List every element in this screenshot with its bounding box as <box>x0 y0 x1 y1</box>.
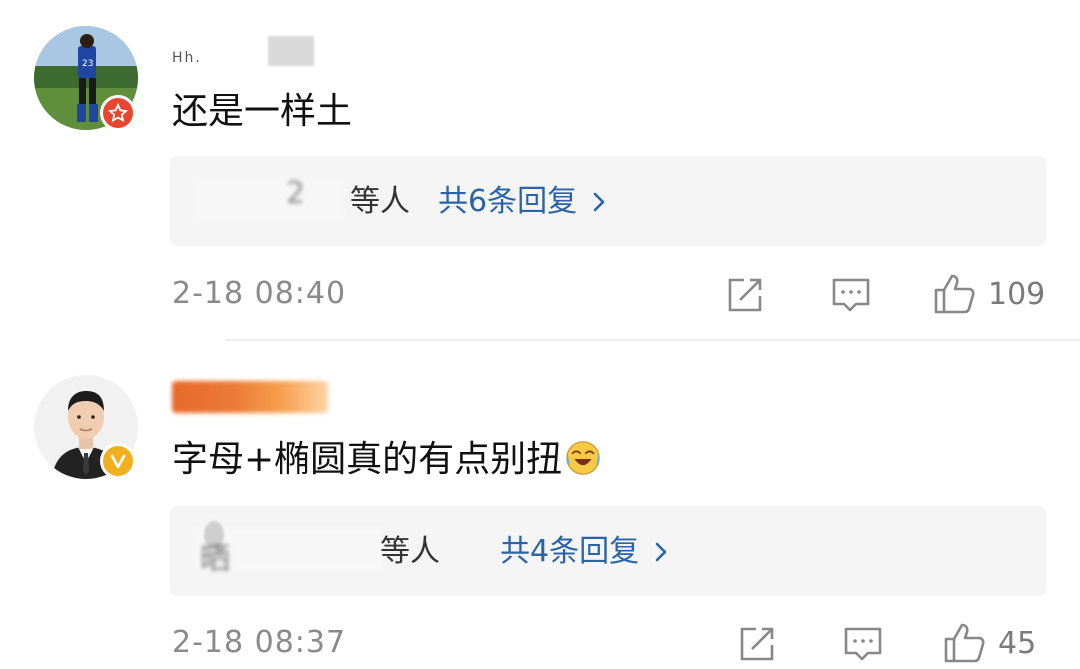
reply-names: 等人 <box>380 534 440 569</box>
repost-icon <box>728 278 762 312</box>
reply-count-label: 共4条回复 <box>500 534 640 569</box>
chevron-right-icon <box>593 192 605 212</box>
verified-v-badge-icon <box>100 443 136 479</box>
redacted-username <box>268 36 314 66</box>
comment-text-content: 字母+椭圆真的有点别扭 <box>172 439 563 480</box>
redacted-reply-names: 2 <box>286 176 306 211</box>
view-replies-link[interactable]: 共4条回复 <box>500 532 671 572</box>
redacted-username[interactable] <box>172 381 328 413</box>
repost-button[interactable] <box>724 274 766 316</box>
comment-icon <box>844 627 882 661</box>
laughing-crying-emoji <box>566 441 600 475</box>
like-button[interactable]: 45 <box>942 621 1036 665</box>
like-count: 109 <box>988 276 1046 312</box>
comment-text: 还是一样土 <box>172 91 353 132</box>
redacted-reply-names <box>194 178 344 222</box>
repost-button[interactable] <box>736 623 778 665</box>
timestamp: 2-18 08:37 <box>172 625 347 660</box>
comment-button[interactable] <box>842 623 884 665</box>
thumbs-up-icon <box>944 623 985 663</box>
chevron-right-icon <box>655 542 667 562</box>
comment-item: 字母+椭圆真的有点别扭 晒 等人 共4条回复 2-18 08:37 45 <box>0 341 1080 669</box>
timestamp: 2-18 08:40 <box>172 276 347 311</box>
comment-text: 字母+椭圆真的有点别扭 <box>172 438 602 482</box>
comment-icon <box>832 278 870 312</box>
view-replies-link[interactable]: 共6条回复 <box>438 182 609 222</box>
reply-preview[interactable]: 晒 等人 共4条回复 <box>170 506 1046 596</box>
comment-item: 23 Hh. 还是一样土 2 等人 共6条回复 2-18 08:40 109 <box>0 0 1080 340</box>
reply-count-label: 共6条回复 <box>438 184 578 219</box>
star-badge-icon <box>100 95 136 131</box>
like-button[interactable]: 109 <box>932 272 1045 316</box>
thumbs-up-icon <box>934 274 975 314</box>
username[interactable]: Hh. <box>172 50 202 66</box>
svg-text:23: 23 <box>82 59 93 69</box>
like-count: 45 <box>998 625 1037 661</box>
reply-names: 等人 <box>350 184 410 219</box>
redacted-reply-names: 晒 <box>200 542 230 577</box>
comment-button[interactable] <box>830 274 872 316</box>
repost-icon <box>740 627 774 661</box>
reply-preview[interactable]: 2 等人 共6条回复 <box>170 156 1046 246</box>
